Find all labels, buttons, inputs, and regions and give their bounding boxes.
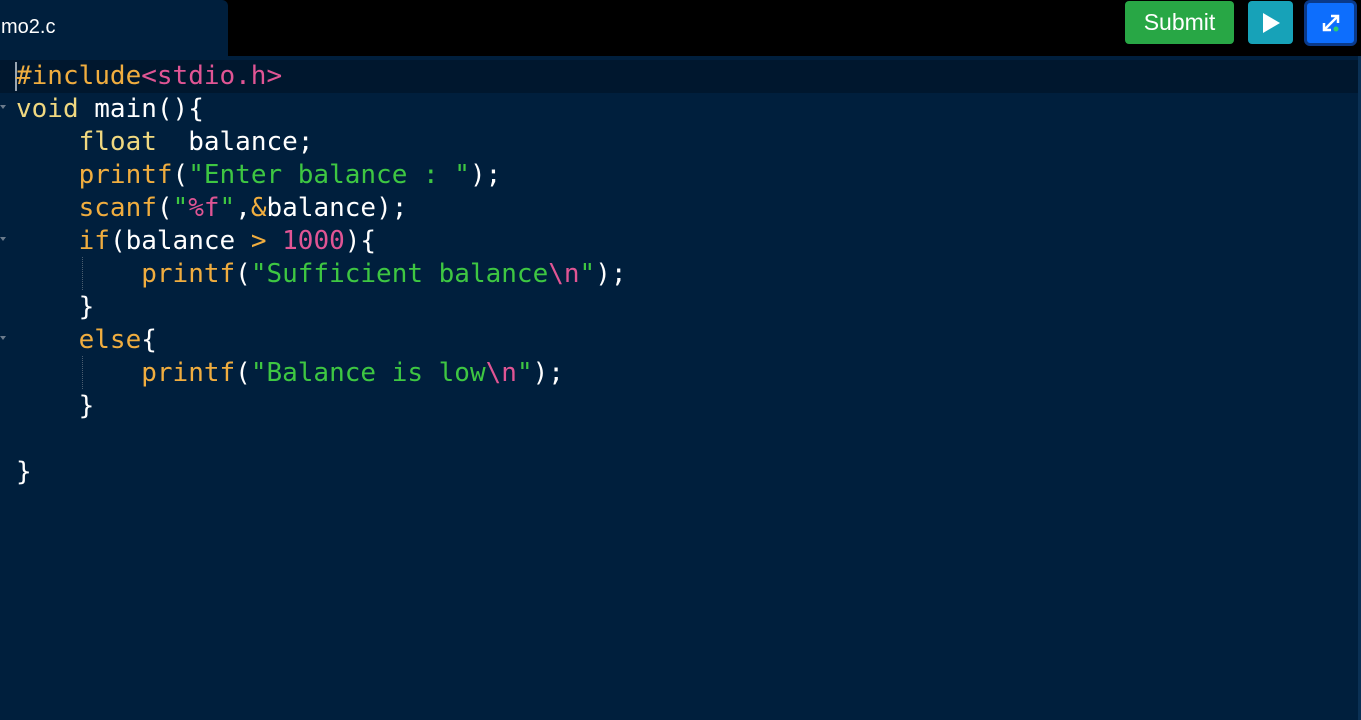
string-quote: " — [579, 259, 596, 289]
paren: ( — [172, 160, 189, 190]
format-specifier: %f — [188, 193, 220, 223]
code-line-10: printf("Balance is low\n"); — [16, 357, 564, 390]
closing-brace: } — [16, 457, 32, 487]
fold-marker-else[interactable] — [0, 336, 6, 340]
paren: ( — [235, 259, 251, 289]
string-quote: " — [516, 358, 533, 388]
condition: (balance — [109, 226, 251, 256]
string-quote: " — [219, 193, 236, 223]
code-line-7: printf("Sufficient balance\n"); — [16, 258, 627, 291]
keyword-if: if — [78, 226, 110, 256]
code-line-8: } — [16, 291, 95, 324]
paren: ); — [532, 358, 564, 388]
code-editor[interactable]: #include<stdio.h> void main(){ float bal… — [0, 56, 1361, 720]
include-header: <stdio.h> — [141, 61, 283, 91]
argument: balance); — [266, 193, 408, 223]
submit-button-label: Submit — [1143, 9, 1216, 35]
code-line-2: void main(){ — [16, 93, 204, 126]
code-line-13: } — [16, 456, 32, 489]
function-name: printf — [141, 358, 236, 388]
address-operator: & — [250, 193, 267, 223]
paren: ){ — [344, 226, 377, 256]
paren: ( — [156, 193, 173, 223]
keyword-else: else — [78, 325, 142, 355]
paren: ( — [235, 358, 251, 388]
function-name: printf — [141, 259, 236, 289]
keyword-void: void — [16, 94, 79, 124]
fullscreen-button[interactable] — [1304, 0, 1357, 46]
string-literal: "Balance is low — [250, 358, 486, 388]
closing-brace: } — [16, 391, 95, 421]
string-quote: " — [172, 193, 189, 223]
code-line-5: scanf("%f",&balance); — [16, 192, 408, 225]
comma: , — [235, 193, 251, 223]
code-line-3: float balance; — [16, 126, 314, 159]
fullscreen-icon — [1322, 14, 1339, 32]
file-tab[interactable]: mo2.c — [0, 0, 228, 56]
string-literal: "Enter balance : " — [188, 160, 470, 190]
escape-sequence: \n — [485, 358, 517, 388]
code-line-9: else{ — [16, 324, 157, 357]
function-name: scanf — [78, 193, 157, 223]
escape-sequence: \n — [548, 259, 580, 289]
submit-button[interactable]: Submit — [1125, 1, 1234, 44]
function-signature: main(){ — [78, 94, 204, 124]
fold-marker-main[interactable] — [0, 105, 6, 109]
paren: ); — [595, 259, 627, 289]
closing-brace: } — [16, 292, 95, 322]
editor-toolbar: mo2.c Submit — [0, 0, 1361, 56]
opening-brace: { — [141, 325, 157, 355]
function-name: printf — [78, 160, 173, 190]
file-tab-label: mo2.c — [1, 16, 56, 38]
code-line-4: printf("Enter balance : "); — [16, 159, 502, 192]
comparison-operator: > — [250, 226, 267, 256]
preprocessor-directive: #include — [16, 61, 142, 91]
string-literal: "Sufficient balance — [250, 259, 549, 289]
number-literal: 1000 — [282, 226, 345, 256]
play-icon — [1262, 12, 1280, 33]
paren: ); — [469, 160, 502, 190]
code-line-11: } — [16, 390, 95, 423]
declaration: balance; — [156, 127, 314, 157]
run-button[interactable] — [1248, 1, 1293, 44]
keyword-float: float — [78, 127, 157, 157]
code-line-1: #include<stdio.h> — [16, 60, 282, 93]
fold-marker-if[interactable] — [0, 237, 6, 241]
code-line-6: if(balance > 1000){ — [16, 225, 376, 258]
